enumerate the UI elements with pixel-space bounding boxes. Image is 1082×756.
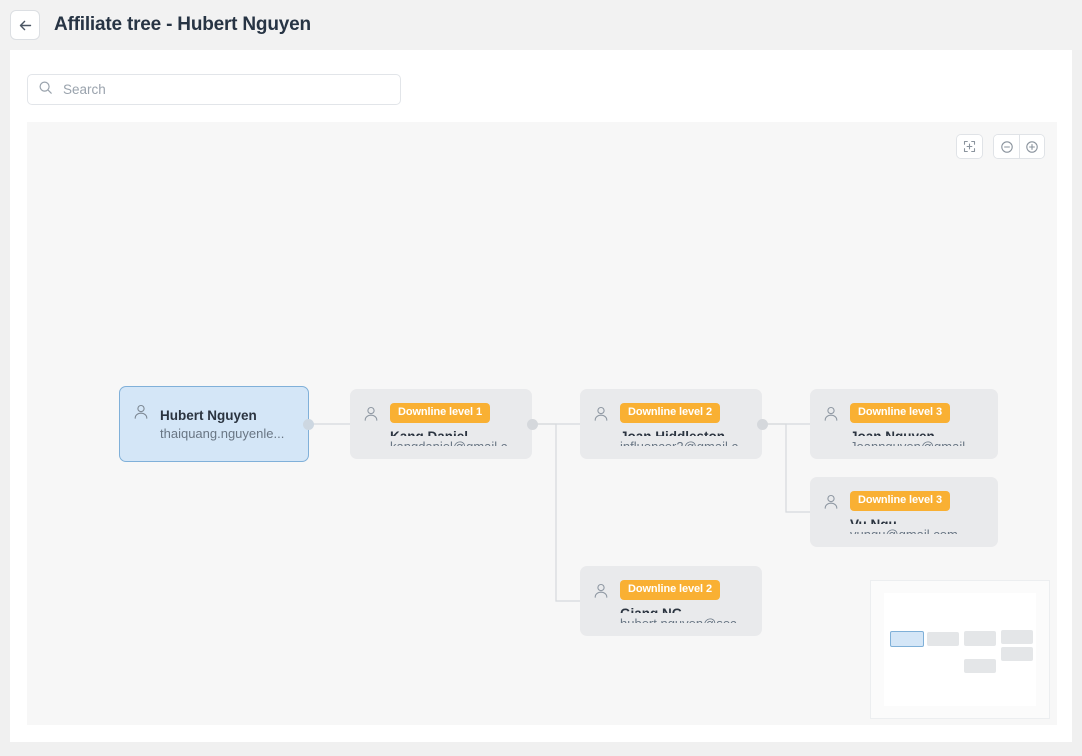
minimap[interactable] [870,580,1050,719]
node-email: influencer2@gmail.c... [620,439,749,446]
node-body: Downline level 2 Giang NG hubert.nguyen@… [620,580,750,623]
node-name: Vu Ngu [850,517,958,524]
zoom-out-button[interactable] [994,135,1019,158]
search-box[interactable] [27,74,401,105]
app-header: Affiliate tree - Hubert Nguyen [0,0,1082,50]
content-card: Hubert Nguyen thaiquang.nguyenle... Down… [10,50,1072,742]
node-body: Hubert Nguyen thaiquang.nguyenle... [160,401,284,448]
arrow-left-icon [17,17,34,34]
edge-n2-n4 [762,423,810,513]
search-icon [38,80,53,100]
node-email: vungu@gmail.com [850,527,958,534]
node-name: Joan Hiddleston [620,429,749,436]
search-input[interactable] [61,81,390,98]
tree-node-joan-hiddleston[interactable]: Downline level 2 Joan Hiddleston influen… [580,389,768,459]
node-name: Hubert Nguyen [160,408,257,423]
tree-node-giang-ng[interactable]: Downline level 2 Giang NG hubert.nguyen@… [580,566,762,636]
person-icon [362,405,380,446]
downline-level-badge: Downline level 2 [620,403,720,423]
minimap-node [964,659,996,673]
person-icon [822,405,840,446]
zoom-group [993,134,1045,159]
fit-view-group [956,134,983,159]
node-email: hubert.nguyen@seco... [620,616,750,623]
downline-level-badge: Downline level 3 [850,403,950,423]
node-body: Downline level 3 Joan Nguyen Joannguyen@… [850,403,980,446]
minimap-node [1001,630,1033,644]
person-icon [592,405,610,446]
person-icon [822,493,840,534]
edge-n1-n5 [532,423,580,602]
tree-node-kang-daniel[interactable]: Downline level 1 Kang Daniel kangdaniel@… [350,389,538,459]
canvas-toolbar [956,134,1045,159]
tree-canvas[interactable]: Hubert Nguyen thaiquang.nguyenle... Down… [27,122,1057,725]
minimap-node [964,631,996,646]
node-handle[interactable] [756,418,768,430]
minimap-node [1001,647,1033,661]
node-email: thaiquang.nguyenle... [160,426,285,441]
minimap-node-root [890,631,924,647]
tree-node-vu-ngu[interactable]: Downline level 3 Vu Ngu vungu@gmail.com [810,477,998,547]
person-icon [132,403,150,448]
node-email: kangdaniel@gmail.c... [390,439,518,446]
downline-level-badge: Downline level 1 [390,403,490,423]
node-body: Downline level 2 Joan Hiddleston influen… [620,403,749,446]
back-button[interactable] [10,10,40,40]
node-body: Downline level 3 Vu Ngu vungu@gmail.com [850,491,958,534]
node-handle[interactable] [526,418,538,430]
tree-node-root[interactable]: Hubert Nguyen thaiquang.nguyenle... [119,386,314,462]
person-icon [592,582,610,623]
page-title: Affiliate tree - Hubert Nguyen [54,14,311,35]
downline-level-badge: Downline level 2 [620,580,720,600]
node-name: Kang Daniel [390,429,518,436]
fit-view-button[interactable] [957,135,982,158]
zoom-in-button[interactable] [1019,135,1044,158]
minimap-inner[interactable] [884,593,1036,706]
node-name: Joan Nguyen [850,429,980,436]
node-email: Joannguyen@gmail.... [850,439,980,446]
downline-level-badge: Downline level 3 [850,491,950,511]
node-name: Giang NG [620,606,750,613]
node-body: Downline level 1 Kang Daniel kangdaniel@… [390,403,518,446]
minimap-node [927,632,959,646]
node-handle[interactable] [302,418,314,430]
tree-node-joan-nguyen[interactable]: Downline level 3 Joan Nguyen Joannguyen@… [810,389,998,459]
